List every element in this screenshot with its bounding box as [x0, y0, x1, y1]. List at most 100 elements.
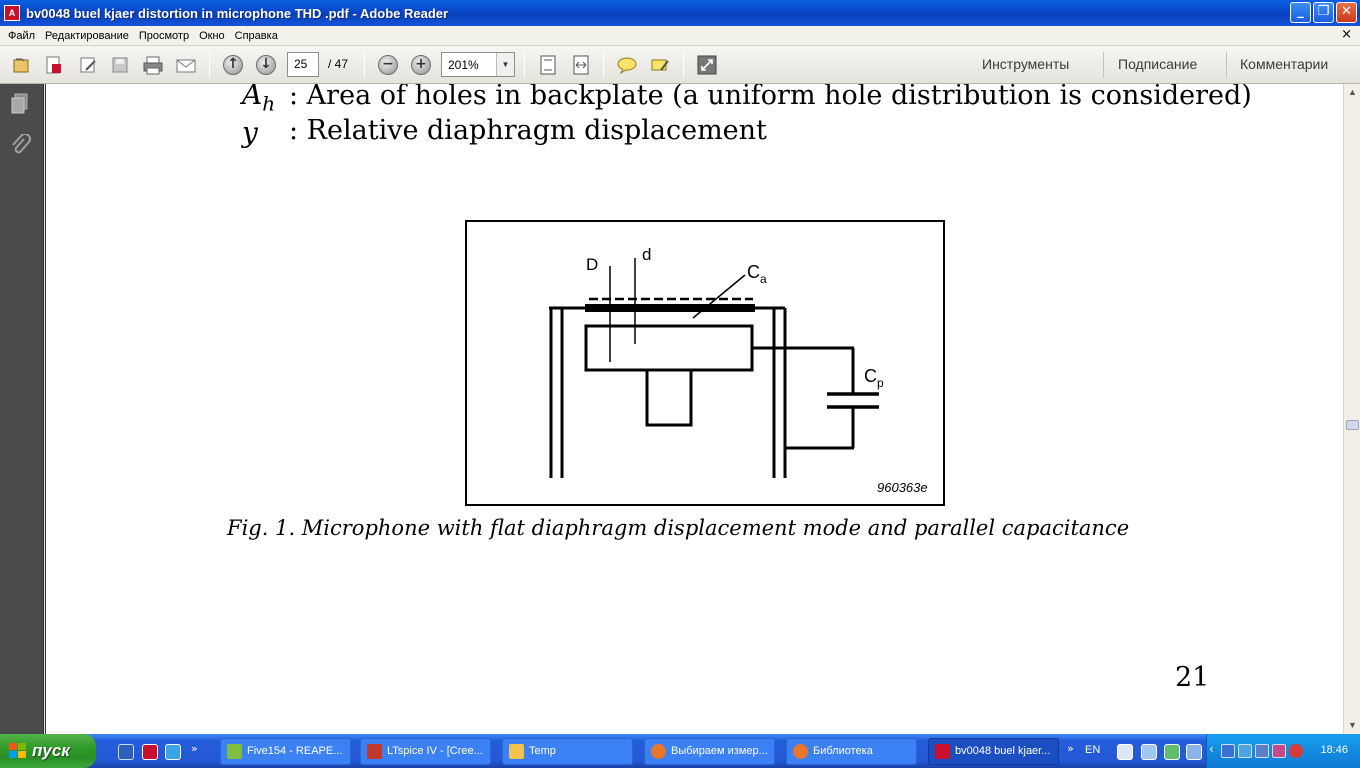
definition-symbol: y	[242, 116, 258, 149]
comments-link[interactable]: Комментарии	[1240, 56, 1328, 72]
firefox-icon	[651, 744, 666, 759]
scroll-up-icon[interactable]: ▲	[1345, 85, 1360, 100]
tray-icon[interactable]	[1238, 744, 1252, 758]
toolbar-separator	[1103, 52, 1104, 78]
title-bar: A bv0048 buel kjaer distortion in microp…	[0, 0, 1360, 26]
minimize-button[interactable]: _	[1290, 2, 1311, 23]
page-number: 21	[1175, 662, 1210, 693]
tray-keyboard-icon[interactable]	[1117, 744, 1133, 760]
adobe-reader-icon	[935, 744, 950, 759]
task-button[interactable]: Выбираем измер...	[644, 738, 775, 765]
task-button[interactable]: Temp	[502, 738, 633, 765]
toolbar-separator	[603, 52, 604, 78]
definition-text: : Area of holes in backplate (a uniform …	[289, 84, 1252, 111]
sign-link[interactable]: Подписание	[1118, 56, 1197, 72]
fit-width-icon[interactable]	[570, 54, 592, 76]
label-d: d	[642, 245, 651, 264]
zoom-in-icon[interactable]: +	[410, 54, 432, 76]
tray-app-icon[interactable]	[1164, 744, 1180, 760]
tray-network-icon[interactable]	[1141, 744, 1157, 760]
tray-icon[interactable]	[1255, 744, 1269, 758]
toolbar-separator	[209, 52, 210, 78]
windows-logo-icon	[9, 743, 26, 758]
tray-expand-icon[interactable]: ‹	[1209, 742, 1214, 756]
window-title: bv0048 buel kjaer distortion in micropho…	[26, 5, 449, 21]
menu-file[interactable]: Файл	[6, 30, 37, 42]
firefox-icon	[793, 744, 808, 759]
next-page-icon[interactable]: ↓	[255, 54, 277, 76]
start-button[interactable]: пуск	[0, 734, 96, 768]
menu-window[interactable]: Окно	[197, 30, 227, 42]
maximize-button[interactable]: ❐	[1313, 2, 1334, 23]
document-close-icon[interactable]: ×	[1341, 27, 1352, 42]
folder-icon	[509, 744, 524, 759]
toolbar-separator	[683, 52, 684, 78]
clock[interactable]: 18:46	[1320, 744, 1348, 756]
fit-page-icon[interactable]	[537, 54, 559, 76]
open-icon[interactable]	[10, 54, 32, 76]
task-button[interactable]: LTspice IV - [Cree...	[360, 738, 491, 765]
label-Ca: Ca	[747, 262, 767, 286]
definition-text: : Relative diaphragm displacement	[289, 115, 767, 146]
start-label: пуск	[32, 741, 70, 760]
window-controls: _ ❐ ✕	[1290, 2, 1357, 23]
microphone-figure: D d Ca Cp 960363e	[465, 220, 945, 506]
attachments-icon[interactable]	[9, 133, 31, 158]
toolbar-separator	[1226, 52, 1227, 78]
scroll-down-icon[interactable]: ▼	[1345, 718, 1360, 733]
print-icon[interactable]	[142, 54, 164, 76]
menu-view[interactable]: Просмотр	[137, 30, 191, 42]
toolbar-separator	[524, 52, 525, 78]
document-page[interactable]: Ah : Area of holes in backplate (a unifo…	[45, 84, 1343, 734]
chevron-down-icon[interactable]: ▼	[496, 53, 514, 76]
highlight-icon[interactable]	[649, 54, 671, 76]
email-icon[interactable]	[175, 54, 197, 76]
definition-symbol: Ah	[242, 84, 276, 116]
page-number-input[interactable]: 25	[287, 52, 319, 77]
full-screen-icon[interactable]	[696, 54, 718, 76]
microphone-diagram: D d Ca Cp 960363e	[549, 245, 928, 495]
previous-page-icon[interactable]: ↑	[222, 54, 244, 76]
comment-icon[interactable]	[616, 54, 638, 76]
adobe-reader-icon[interactable]: A	[4, 5, 20, 21]
tray-icon[interactable]	[1289, 744, 1303, 758]
language-indicator[interactable]: EN	[1085, 744, 1100, 756]
vertical-scrollbar[interactable]: ▲ ▼	[1343, 84, 1360, 734]
zoom-value: 201%	[448, 58, 479, 72]
quicklaunch-media-icon[interactable]	[118, 744, 134, 760]
ltspice-icon	[367, 744, 382, 759]
navigation-pane	[0, 84, 44, 734]
quicklaunch-pdf-icon[interactable]	[142, 744, 158, 760]
label-D: D	[586, 255, 598, 274]
label-Cp: Cp	[864, 366, 884, 390]
menu-help[interactable]: Справка	[233, 30, 280, 42]
figure-id: 960363e	[877, 480, 928, 495]
scroll-thumb[interactable]	[1346, 420, 1359, 430]
figure-caption: Fig. 1. Microphone with flat diaphragm d…	[227, 516, 1130, 540]
tray-icon[interactable]	[1221, 744, 1235, 758]
zoom-select[interactable]: 201% ▼	[441, 52, 515, 77]
toolbar-separator	[364, 52, 365, 78]
page-total: / 47	[328, 57, 349, 71]
task-button[interactable]: Five154 - REAPE...	[220, 738, 351, 765]
taskbar-expand-icon[interactable]: »	[1067, 742, 1074, 755]
reaper-icon	[227, 744, 242, 759]
taskbar: пуск » Five154 - REAPE... LTspice IV - […	[0, 734, 1360, 768]
edit-icon[interactable]	[77, 54, 99, 76]
quicklaunch-expand-icon[interactable]: »	[191, 742, 198, 755]
tray-app-icon[interactable]	[1186, 744, 1202, 760]
screen: A bv0048 buel kjaer distortion in microp…	[0, 0, 1360, 768]
menu-edit[interactable]: Редактирование	[43, 30, 131, 42]
create-pdf-icon[interactable]	[42, 54, 64, 76]
task-button[interactable]: Библиотека	[786, 738, 917, 765]
zoom-out-icon[interactable]: −	[377, 54, 399, 76]
tray-icon[interactable]	[1272, 744, 1286, 758]
page-thumbnails-icon[interactable]	[9, 92, 31, 116]
tools-link[interactable]: Инструменты	[982, 56, 1069, 72]
save-icon[interactable]	[109, 54, 131, 76]
close-button[interactable]: ✕	[1336, 2, 1357, 23]
menu-bar: Файл Редактирование Просмотр Окно Справк…	[0, 26, 1360, 46]
system-tray: ‹ 18:46	[1206, 734, 1360, 768]
task-button-active[interactable]: bv0048 buel kjaer...	[928, 738, 1059, 765]
quicklaunch-browser-icon[interactable]	[165, 744, 181, 760]
